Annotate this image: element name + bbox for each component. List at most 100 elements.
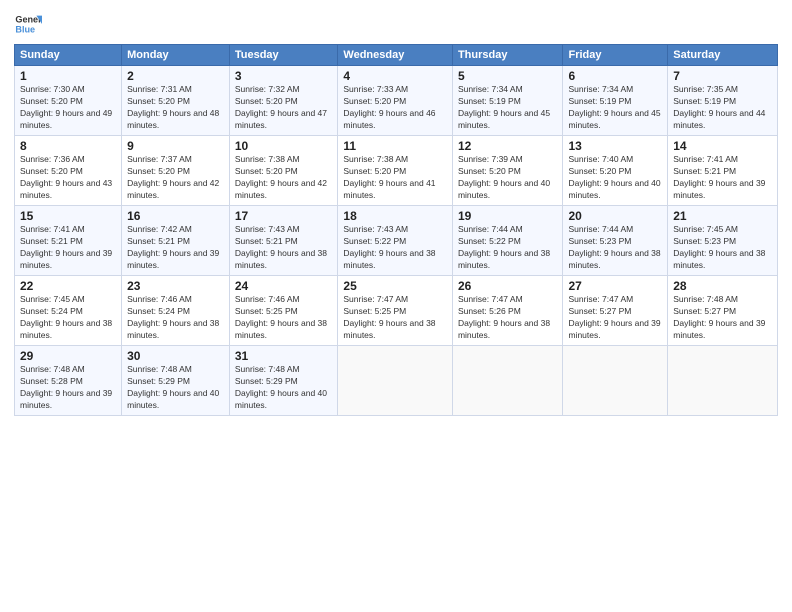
col-header-saturday: Saturday <box>668 45 778 66</box>
calendar-week-4: 22 Sunrise: 7:45 AM Sunset: 5:24 PM Dayl… <box>15 276 778 346</box>
day-info: Sunrise: 7:40 AM Sunset: 5:20 PM Dayligh… <box>568 154 662 202</box>
calendar-cell: 6 Sunrise: 7:34 AM Sunset: 5:19 PM Dayli… <box>563 66 668 136</box>
day-number: 3 <box>235 69 333 83</box>
calendar-week-1: 1 Sunrise: 7:30 AM Sunset: 5:20 PM Dayli… <box>15 66 778 136</box>
day-info: Sunrise: 7:36 AM Sunset: 5:20 PM Dayligh… <box>20 154 116 202</box>
day-number: 21 <box>673 209 772 223</box>
day-info: Sunrise: 7:34 AM Sunset: 5:19 PM Dayligh… <box>458 84 558 132</box>
day-info: Sunrise: 7:46 AM Sunset: 5:24 PM Dayligh… <box>127 294 224 342</box>
calendar-cell: 25 Sunrise: 7:47 AM Sunset: 5:25 PM Dayl… <box>338 276 453 346</box>
day-number: 23 <box>127 279 224 293</box>
calendar-cell: 8 Sunrise: 7:36 AM Sunset: 5:20 PM Dayli… <box>15 136 122 206</box>
calendar-cell: 27 Sunrise: 7:47 AM Sunset: 5:27 PM Dayl… <box>563 276 668 346</box>
day-number: 19 <box>458 209 558 223</box>
day-info: Sunrise: 7:46 AM Sunset: 5:25 PM Dayligh… <box>235 294 333 342</box>
day-number: 30 <box>127 349 224 363</box>
day-number: 28 <box>673 279 772 293</box>
day-info: Sunrise: 7:41 AM Sunset: 5:21 PM Dayligh… <box>673 154 772 202</box>
day-number: 4 <box>343 69 447 83</box>
day-info: Sunrise: 7:42 AM Sunset: 5:21 PM Dayligh… <box>127 224 224 272</box>
day-info: Sunrise: 7:45 AM Sunset: 5:24 PM Dayligh… <box>20 294 116 342</box>
day-number: 26 <box>458 279 558 293</box>
day-info: Sunrise: 7:48 AM Sunset: 5:29 PM Dayligh… <box>235 364 333 412</box>
calendar-cell: 30 Sunrise: 7:48 AM Sunset: 5:29 PM Dayl… <box>122 346 230 416</box>
calendar-cell <box>668 346 778 416</box>
calendar-week-2: 8 Sunrise: 7:36 AM Sunset: 5:20 PM Dayli… <box>15 136 778 206</box>
day-number: 18 <box>343 209 447 223</box>
col-header-sunday: Sunday <box>15 45 122 66</box>
day-number: 31 <box>235 349 333 363</box>
day-info: Sunrise: 7:48 AM Sunset: 5:28 PM Dayligh… <box>20 364 116 412</box>
day-info: Sunrise: 7:33 AM Sunset: 5:20 PM Dayligh… <box>343 84 447 132</box>
day-number: 14 <box>673 139 772 153</box>
day-info: Sunrise: 7:39 AM Sunset: 5:20 PM Dayligh… <box>458 154 558 202</box>
calendar-cell: 7 Sunrise: 7:35 AM Sunset: 5:19 PM Dayli… <box>668 66 778 136</box>
day-number: 11 <box>343 139 447 153</box>
calendar-cell <box>338 346 453 416</box>
calendar-cell: 1 Sunrise: 7:30 AM Sunset: 5:20 PM Dayli… <box>15 66 122 136</box>
day-info: Sunrise: 7:38 AM Sunset: 5:20 PM Dayligh… <box>235 154 333 202</box>
col-header-tuesday: Tuesday <box>229 45 338 66</box>
day-number: 15 <box>20 209 116 223</box>
calendar-cell: 2 Sunrise: 7:31 AM Sunset: 5:20 PM Dayli… <box>122 66 230 136</box>
day-number: 8 <box>20 139 116 153</box>
calendar-cell: 5 Sunrise: 7:34 AM Sunset: 5:19 PM Dayli… <box>452 66 563 136</box>
day-number: 22 <box>20 279 116 293</box>
day-info: Sunrise: 7:44 AM Sunset: 5:22 PM Dayligh… <box>458 224 558 272</box>
day-info: Sunrise: 7:41 AM Sunset: 5:21 PM Dayligh… <box>20 224 116 272</box>
calendar-cell: 22 Sunrise: 7:45 AM Sunset: 5:24 PM Dayl… <box>15 276 122 346</box>
day-number: 12 <box>458 139 558 153</box>
col-header-wednesday: Wednesday <box>338 45 453 66</box>
day-number: 25 <box>343 279 447 293</box>
calendar-week-3: 15 Sunrise: 7:41 AM Sunset: 5:21 PM Dayl… <box>15 206 778 276</box>
calendar-cell: 14 Sunrise: 7:41 AM Sunset: 5:21 PM Dayl… <box>668 136 778 206</box>
day-number: 2 <box>127 69 224 83</box>
calendar-cell: 21 Sunrise: 7:45 AM Sunset: 5:23 PM Dayl… <box>668 206 778 276</box>
calendar-cell: 4 Sunrise: 7:33 AM Sunset: 5:20 PM Dayli… <box>338 66 453 136</box>
day-info: Sunrise: 7:48 AM Sunset: 5:27 PM Dayligh… <box>673 294 772 342</box>
day-info: Sunrise: 7:32 AM Sunset: 5:20 PM Dayligh… <box>235 84 333 132</box>
day-number: 24 <box>235 279 333 293</box>
day-number: 29 <box>20 349 116 363</box>
calendar-cell: 9 Sunrise: 7:37 AM Sunset: 5:20 PM Dayli… <box>122 136 230 206</box>
day-number: 9 <box>127 139 224 153</box>
col-header-thursday: Thursday <box>452 45 563 66</box>
svg-text:Blue: Blue <box>15 24 35 34</box>
calendar-cell: 20 Sunrise: 7:44 AM Sunset: 5:23 PM Dayl… <box>563 206 668 276</box>
day-number: 6 <box>568 69 662 83</box>
calendar-cell: 17 Sunrise: 7:43 AM Sunset: 5:21 PM Dayl… <box>229 206 338 276</box>
calendar-table: SundayMondayTuesdayWednesdayThursdayFrid… <box>14 44 778 416</box>
day-info: Sunrise: 7:34 AM Sunset: 5:19 PM Dayligh… <box>568 84 662 132</box>
calendar-cell: 19 Sunrise: 7:44 AM Sunset: 5:22 PM Dayl… <box>452 206 563 276</box>
calendar-cell: 16 Sunrise: 7:42 AM Sunset: 5:21 PM Dayl… <box>122 206 230 276</box>
day-info: Sunrise: 7:47 AM Sunset: 5:26 PM Dayligh… <box>458 294 558 342</box>
day-info: Sunrise: 7:43 AM Sunset: 5:21 PM Dayligh… <box>235 224 333 272</box>
day-info: Sunrise: 7:44 AM Sunset: 5:23 PM Dayligh… <box>568 224 662 272</box>
day-info: Sunrise: 7:38 AM Sunset: 5:20 PM Dayligh… <box>343 154 447 202</box>
calendar-cell: 24 Sunrise: 7:46 AM Sunset: 5:25 PM Dayl… <box>229 276 338 346</box>
day-info: Sunrise: 7:47 AM Sunset: 5:27 PM Dayligh… <box>568 294 662 342</box>
day-number: 13 <box>568 139 662 153</box>
calendar-cell: 29 Sunrise: 7:48 AM Sunset: 5:28 PM Dayl… <box>15 346 122 416</box>
day-number: 17 <box>235 209 333 223</box>
day-info: Sunrise: 7:43 AM Sunset: 5:22 PM Dayligh… <box>343 224 447 272</box>
day-number: 10 <box>235 139 333 153</box>
day-number: 5 <box>458 69 558 83</box>
day-number: 27 <box>568 279 662 293</box>
calendar-cell: 15 Sunrise: 7:41 AM Sunset: 5:21 PM Dayl… <box>15 206 122 276</box>
day-number: 20 <box>568 209 662 223</box>
calendar-cell: 13 Sunrise: 7:40 AM Sunset: 5:20 PM Dayl… <box>563 136 668 206</box>
day-info: Sunrise: 7:48 AM Sunset: 5:29 PM Dayligh… <box>127 364 224 412</box>
day-info: Sunrise: 7:37 AM Sunset: 5:20 PM Dayligh… <box>127 154 224 202</box>
calendar-cell <box>563 346 668 416</box>
calendar-cell: 12 Sunrise: 7:39 AM Sunset: 5:20 PM Dayl… <box>452 136 563 206</box>
day-info: Sunrise: 7:47 AM Sunset: 5:25 PM Dayligh… <box>343 294 447 342</box>
calendar-cell: 10 Sunrise: 7:38 AM Sunset: 5:20 PM Dayl… <box>229 136 338 206</box>
day-info: Sunrise: 7:35 AM Sunset: 5:19 PM Dayligh… <box>673 84 772 132</box>
calendar-week-5: 29 Sunrise: 7:48 AM Sunset: 5:28 PM Dayl… <box>15 346 778 416</box>
calendar-cell <box>452 346 563 416</box>
col-header-monday: Monday <box>122 45 230 66</box>
calendar-cell: 23 Sunrise: 7:46 AM Sunset: 5:24 PM Dayl… <box>122 276 230 346</box>
day-number: 7 <box>673 69 772 83</box>
calendar-cell: 31 Sunrise: 7:48 AM Sunset: 5:29 PM Dayl… <box>229 346 338 416</box>
